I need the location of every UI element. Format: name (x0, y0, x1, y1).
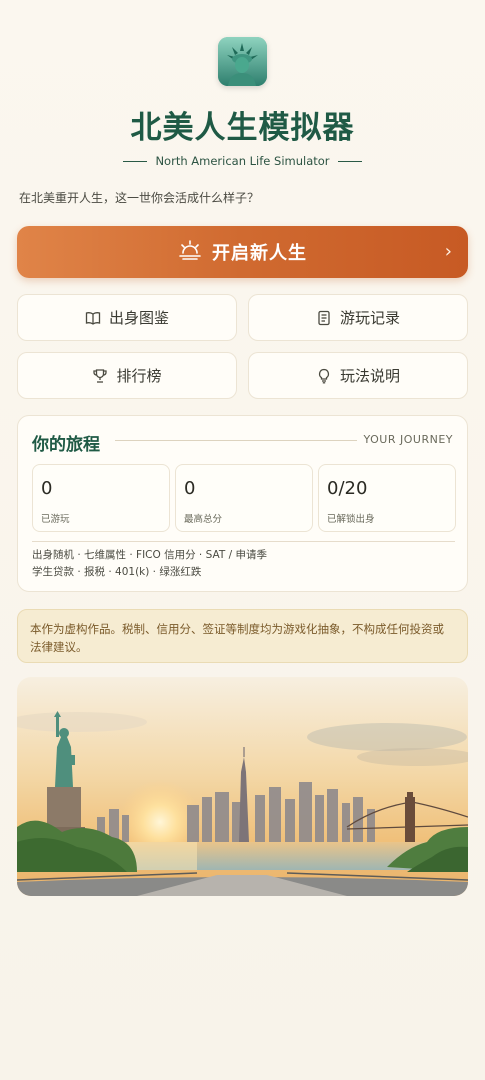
stat-label: 已解锁出身 (327, 514, 375, 525)
stat-label: 最高总分 (184, 514, 223, 525)
journey-divider-line (115, 440, 357, 441)
notes-icon (316, 310, 332, 326)
menu-item-label: 游玩记录 (339, 309, 400, 327)
menu-item-label: 玩法说明 (339, 367, 400, 385)
sunrise-icon (178, 240, 202, 264)
journey-card: 你的旅程 YOUR JOURNEY 0 已游玩 0 最高总分 0/20 已解锁出… (17, 415, 468, 592)
disclaimer-banner: 本作为虚构作品。税制、信用分、签证等制度均为游戏化抽象，不构成任何投资或法律建议… (17, 609, 468, 663)
leaderboard-button[interactable]: 排行榜 (17, 352, 237, 399)
tagline: 在北美重开人生，这一世你会活成什么样子？ (19, 191, 260, 205)
stat-value: 0 (41, 478, 53, 499)
feature-list: 出身随机 · 七维属性 · FICO 信用分 · SAT / 申请季 学生贷款 … (32, 547, 332, 581)
origins-catalog-button[interactable]: 出身图鉴 (17, 294, 237, 341)
stat-label: 已游玩 (41, 514, 70, 525)
stat-value: 0/20 (327, 478, 368, 499)
journey-title: 你的旅程 (32, 435, 100, 455)
feature-line: 出身随机 · 七维属性 · FICO 信用分 · SAT / 申请季 (32, 549, 267, 561)
journey-section-divider (32, 541, 455, 542)
home-screen: 北美人生模拟器 North American Life Simulator 在北… (0, 0, 485, 1080)
app-title: 北美人生模拟器 (130, 110, 355, 146)
menu-item-label: 出身图鉴 (108, 309, 169, 327)
stat-origins-unlocked: 0/20 已解锁出身 (318, 464, 456, 532)
start-new-life-button[interactable]: 开启新人生 › (17, 226, 468, 278)
app-subtitle: North American Life Simulator (155, 154, 330, 168)
feature-line: 学生贷款 · 报税 · 401(k) · 绿涨红跌 (32, 566, 202, 578)
subtitle-divider-right (337, 160, 362, 162)
trophy-icon (92, 368, 108, 384)
menu-item-label: 排行榜 (116, 367, 162, 385)
journey-title-en: YOUR JOURNEY (363, 433, 453, 446)
lightbulb-icon (316, 368, 332, 384)
new-york-skyline-illustration (17, 677, 468, 896)
stat-played: 0 已游玩 (32, 464, 170, 532)
stat-high-score: 0 最高总分 (175, 464, 313, 532)
how-to-play-button[interactable]: 玩法说明 (248, 352, 468, 399)
subtitle-divider-left (123, 160, 148, 162)
subtitle-row: North American Life Simulator (0, 152, 485, 170)
stat-value: 0 (184, 478, 196, 499)
statue-of-liberty-icon (218, 37, 267, 86)
book-icon (85, 310, 101, 326)
start-button-label: 开启新人生 (212, 243, 307, 264)
play-history-button[interactable]: 游玩记录 (248, 294, 468, 341)
chevron-right-icon: › (444, 241, 452, 262)
